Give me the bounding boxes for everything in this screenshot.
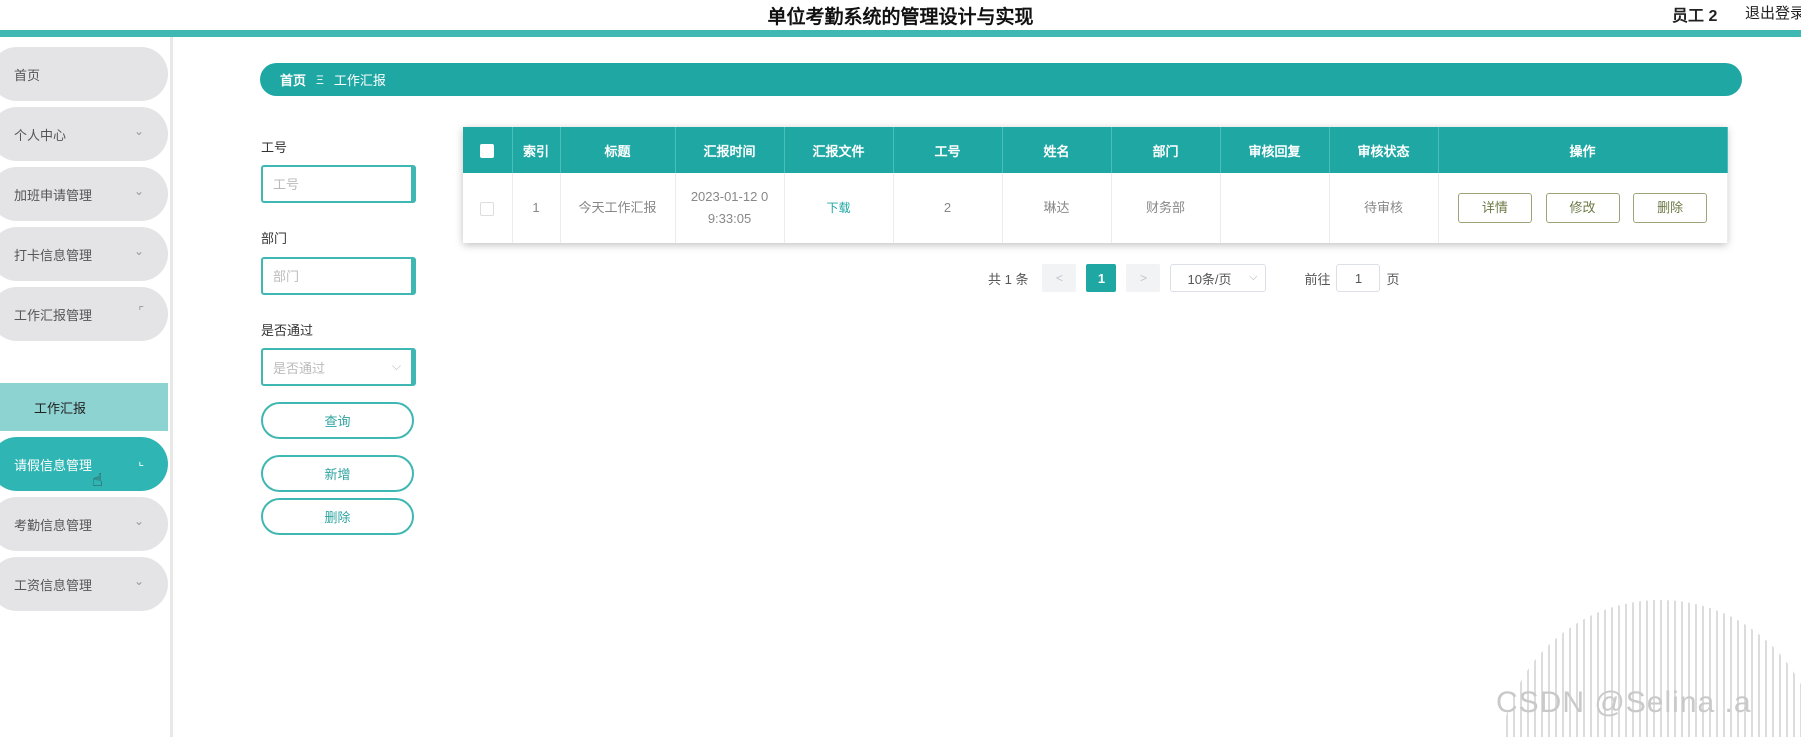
breadcrumb-home[interactable]: 首页 [280,70,306,89]
cell-index: 1 [512,173,561,243]
detail-button[interactable]: 详情 [1457,193,1532,223]
sidebar: 首页 个人中心 ⌄ 加班申请管理 ⌄ 打卡信息管理 ⌄ 工作汇报管理 ⌜ 工作汇… [0,37,173,737]
column-header: 标题 [560,127,676,173]
download-link[interactable]: 下载 [826,201,850,215]
column-header: 姓名 [1002,127,1112,173]
report-table: 索引 标题 汇报时间 汇报文件 工号 姓名 部门 审核回复 审核状态 操作 1 … [463,127,1728,243]
cell-actions: 详情 修改 删除 [1438,173,1728,243]
emp-no-label: 工号 [261,140,288,155]
query-button[interactable]: 查询 [261,402,414,439]
sidebar-item-salary[interactable]: 工资信息管理 ⌄ [0,557,168,611]
row-select-cell[interactable] [463,173,513,243]
chevron-up-icon: ⌜ [138,304,144,318]
cell-time: 2023-01-12 0 9:33:05 [675,173,785,243]
delete-button[interactable]: 删除 [261,498,414,535]
edit-button[interactable]: 修改 [1545,193,1620,223]
column-header: 汇报文件 [784,127,894,173]
dept-input[interactable] [261,257,416,295]
table-row: 1 今天工作汇报 2023-01-12 0 9:33:05 下载 2 琳达 财务… [463,173,1728,243]
dept-label: 部门 [261,231,288,246]
sidebar-item-personal-center[interactable]: 个人中心 ⌄ [0,107,168,161]
chevron-down-icon: ⌵ [391,359,401,373]
table-header-row: 索引 标题 汇报时间 汇报文件 工号 姓名 部门 审核回复 审核状态 操作 [463,127,1728,173]
sidebar-item-label: 首页 [14,67,41,83]
goto-page-input[interactable] [1336,264,1381,292]
row-delete-button[interactable]: 删除 [1633,193,1708,223]
hand-cursor-icon: ☝ [92,470,103,490]
cell-time-line2: 9:33:05 [707,211,752,226]
cell-file: 下载 [784,173,894,243]
breadcrumb: 首页 Ξ 工作汇报 [260,63,1742,96]
column-header: 汇报时间 [675,127,785,173]
header-divider [0,30,1801,37]
sidebar-item-work-report[interactable]: 工作汇报管理 ⌜ [0,287,168,341]
pagination: 共 1 条 < 1 > 10条/页 ⌵ 前往 页 [988,264,1400,292]
sidebar-subitem-work-report[interactable]: 工作汇报 [0,383,168,431]
chevron-icon: ⌞ [138,454,144,468]
chevron-down-icon: ⌄ [133,124,144,138]
passed-label: 是否通过 [261,323,314,338]
sidebar-item-label: 加班申请管理 [14,187,93,203]
sidebar-item-clock-in[interactable]: 打卡信息管理 ⌄ [0,227,168,281]
sidebar-item-label: 个人中心 [14,127,67,143]
sidebar-item-label: 工作汇报管理 [14,307,93,323]
column-header: 审核状态 [1329,127,1439,173]
chevron-down-icon: ⌄ [133,514,144,528]
sidebar-item-overtime[interactable]: 加班申请管理 ⌄ [0,167,168,221]
emp-no-input[interactable] [261,165,416,203]
breadcrumb-current: 工作汇报 [333,73,386,88]
column-header: 索引 [512,127,561,173]
next-page-button[interactable]: > [1126,264,1161,292]
page-size-select[interactable]: 10条/页 ⌵ [1170,264,1267,292]
goto-label: 前往 [1304,271,1331,287]
sidebar-item-home[interactable]: 首页 [0,47,168,101]
prev-page-button[interactable]: < [1042,264,1077,292]
chevron-down-icon: ⌄ [133,574,144,588]
cell-dept: 财务部 [1111,173,1221,243]
top-bar: 单位考勤系统的管理设计与实现 员工 2 退出登录 [0,0,1801,34]
pagination-total: 共 1 条 [988,271,1029,287]
select-all-cell[interactable] [463,127,513,173]
page-suffix-label: 页 [1386,271,1400,287]
cell-title: 今天工作汇报 [560,173,676,243]
cell-time-line1: 2023-01-12 0 [690,189,769,204]
passed-select[interactable]: 是否通过 ⌵ [261,348,416,386]
sidebar-item-label: 工资信息管理 [14,577,93,593]
column-header: 审核回复 [1220,127,1330,173]
breadcrumb-separator-icon: Ξ [316,72,324,87]
cell-name: 琳达 [1002,173,1112,243]
sidebar-item-attendance[interactable]: 考勤信息管理 ⌄ [0,497,168,551]
page-size-value: 10条/页 [1187,271,1232,287]
watermark: CSDN @Selina .a [1496,686,1752,719]
chevron-down-icon: ⌵ [1249,271,1258,283]
sidebar-item-label: 请假信息管理 [14,457,93,473]
app-title: 单位考勤系统的管理设计与实现 [767,7,1034,28]
chevron-down-icon: ⌄ [133,184,144,198]
column-header: 操作 [1438,127,1728,173]
passed-select-value: 是否通过 [273,360,326,376]
select-all-checkbox[interactable] [480,143,495,158]
row-checkbox[interactable] [480,201,495,216]
chevron-down-icon: ⌄ [133,244,144,258]
sidebar-item-label: 考勤信息管理 [14,517,93,533]
cell-reply [1220,173,1330,243]
sidebar-item-leave[interactable]: 请假信息管理 ⌞ [0,437,168,491]
sidebar-item-label: 打卡信息管理 [14,247,93,263]
logout-link[interactable]: 退出登录 [1745,2,1801,23]
cell-status: 待审核 [1329,173,1439,243]
page-number-button[interactable]: 1 [1086,264,1117,292]
column-header: 工号 [893,127,1003,173]
cell-emp-no: 2 [893,173,1003,243]
add-button[interactable]: 新增 [261,455,414,492]
column-header: 部门 [1111,127,1221,173]
current-user: 员工 2 [1672,8,1718,25]
